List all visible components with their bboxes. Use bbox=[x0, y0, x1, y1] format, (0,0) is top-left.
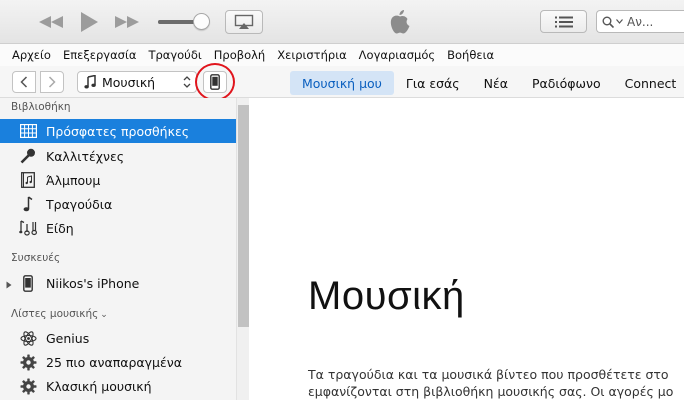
sidebar-item-label: Άλμπουμ bbox=[46, 172, 101, 188]
sidebar-item-genius[interactable]: Genius bbox=[0, 326, 236, 350]
chevron-left-icon bbox=[20, 76, 28, 88]
sidebar-item-genres[interactable]: Είδη bbox=[0, 216, 236, 240]
sidebar-item-iphone[interactable]: Niikos's iPhone bbox=[0, 271, 236, 295]
tab-my-music[interactable]: Μουσική μου bbox=[290, 71, 394, 95]
menu-help[interactable]: Βοήθεια bbox=[441, 48, 500, 62]
search-input[interactable]: Αν... bbox=[596, 10, 684, 33]
genius-icon bbox=[18, 328, 38, 348]
microphone-icon bbox=[18, 146, 38, 166]
menu-bar: Αρχείο Επεξεργασία Τραγούδι Προβολή Χειρ… bbox=[0, 44, 684, 66]
music-note-icon bbox=[18, 194, 38, 214]
media-kind-selector[interactable]: Μουσική bbox=[77, 71, 197, 93]
sidebar-item-label: Genius bbox=[46, 330, 90, 346]
play-button[interactable] bbox=[76, 8, 102, 36]
sidebar-item-songs[interactable]: Τραγούδια bbox=[0, 192, 236, 216]
rewind-icon bbox=[39, 16, 63, 28]
fast-forward-button[interactable] bbox=[110, 8, 144, 36]
grid-icon bbox=[18, 121, 38, 141]
iphone-icon bbox=[18, 273, 38, 293]
sidebar-item-label: Είδη bbox=[46, 220, 74, 236]
airplay-button[interactable] bbox=[225, 10, 263, 34]
section-playlists-title[interactable]: Λίστες μουσικής ⌄ bbox=[11, 308, 108, 320]
search-placeholder: Αν... bbox=[627, 14, 654, 29]
back-button[interactable] bbox=[12, 71, 36, 93]
search-icon bbox=[602, 16, 614, 28]
menu-song[interactable]: Τραγούδι bbox=[142, 48, 207, 62]
playlists-title-label: Λίστες μουσικής bbox=[11, 308, 99, 320]
main-content: Μουσική Τα τραγούδια και τα μουσικά βίντ… bbox=[250, 98, 684, 400]
sidebar-item-label: Niikos's iPhone bbox=[46, 275, 140, 291]
sidebar-item-label: Τραγούδια bbox=[46, 196, 113, 212]
tab-for-you[interactable]: Για εσάς bbox=[394, 71, 472, 95]
genres-icon bbox=[18, 218, 38, 238]
sidebar-item-recently-added[interactable]: Πρόσφατες προσθήκες bbox=[0, 119, 236, 143]
apple-icon bbox=[390, 10, 410, 34]
music-note-icon bbox=[84, 75, 96, 89]
player-bar: Αν... bbox=[0, 0, 684, 44]
chevron-down-icon bbox=[616, 19, 623, 24]
menu-view[interactable]: Προβολή bbox=[208, 48, 271, 62]
play-icon bbox=[81, 12, 98, 32]
navigation-toolbar: Μουσική Μουσική μου Για εσάς Νέα Ραδιόφω… bbox=[0, 66, 684, 98]
media-kind-label: Μουσική bbox=[102, 74, 156, 90]
up-down-chevron-icon bbox=[183, 75, 191, 89]
airplay-icon bbox=[234, 14, 254, 29]
fast-forward-icon bbox=[115, 16, 139, 28]
tab-new[interactable]: Νέα bbox=[472, 71, 520, 95]
menu-edit[interactable]: Επεξεργασία bbox=[57, 48, 142, 62]
menu-file[interactable]: Αρχείο bbox=[6, 48, 57, 62]
disclosure-triangle-icon[interactable] bbox=[6, 278, 12, 292]
tab-radio[interactable]: Ραδιόφωνο bbox=[520, 71, 613, 95]
list-icon bbox=[554, 16, 573, 27]
sidebar-item-albums[interactable]: Άλμπουμ bbox=[0, 168, 236, 192]
tab-connect[interactable]: Connect bbox=[613, 71, 684, 95]
forward-button[interactable] bbox=[40, 71, 64, 93]
description-line: Τα τραγούδια και τα μουσικά βίντεο που π… bbox=[308, 367, 669, 382]
rewind-button[interactable] bbox=[34, 8, 68, 36]
page-title: Μουσική bbox=[308, 274, 465, 318]
sidebar: Βιβλιοθήκη Πρόσφατες προσθήκες Καλλιτέχν… bbox=[0, 98, 236, 400]
apple-logo bbox=[388, 8, 412, 36]
device-button[interactable] bbox=[203, 71, 227, 93]
up-next-list-button[interactable] bbox=[540, 10, 587, 33]
menu-controls[interactable]: Χειριστήρια bbox=[271, 48, 352, 62]
chevron-down-icon: ⌄ bbox=[100, 310, 108, 320]
description-text: Τα τραγούδια και τα μουσικά βίντεο που π… bbox=[308, 366, 684, 400]
volume-knob[interactable] bbox=[193, 13, 210, 30]
tab-bar: Μουσική μου Για εσάς Νέα Ραδιόφωνο Conne… bbox=[290, 71, 684, 95]
sidebar-item-label: Πρόσφατες προσθήκες bbox=[46, 123, 190, 139]
sidebar-item-label: 25 πιο αναπαραγμένα bbox=[46, 354, 182, 370]
sidebar-item-label: Καλλιτέχνες bbox=[46, 148, 125, 164]
gear-icon bbox=[18, 376, 38, 396]
gear-icon bbox=[18, 352, 38, 372]
album-icon bbox=[18, 170, 38, 190]
scrollbar-thumb[interactable] bbox=[238, 105, 249, 327]
menu-account[interactable]: Λογαριασμός bbox=[353, 48, 441, 62]
sidebar-item-classical[interactable]: Κλασική μουσική bbox=[0, 374, 236, 398]
iphone-icon bbox=[210, 74, 220, 90]
sidebar-item-top-25[interactable]: 25 πιο αναπαραγμένα bbox=[0, 350, 236, 374]
sidebar-scrollbar[interactable] bbox=[236, 98, 249, 400]
sidebar-item-artists[interactable]: Καλλιτέχνες bbox=[0, 144, 236, 168]
chevron-right-icon bbox=[48, 76, 56, 88]
section-library-title: Βιβλιοθήκη bbox=[11, 101, 71, 113]
description-line: εμφανίζονται στη βιβλιοθήκη μουσικής σας… bbox=[308, 384, 674, 399]
sidebar-item-label: Κλασική μουσική bbox=[46, 378, 152, 394]
section-devices-title: Συσκευές bbox=[11, 252, 61, 264]
